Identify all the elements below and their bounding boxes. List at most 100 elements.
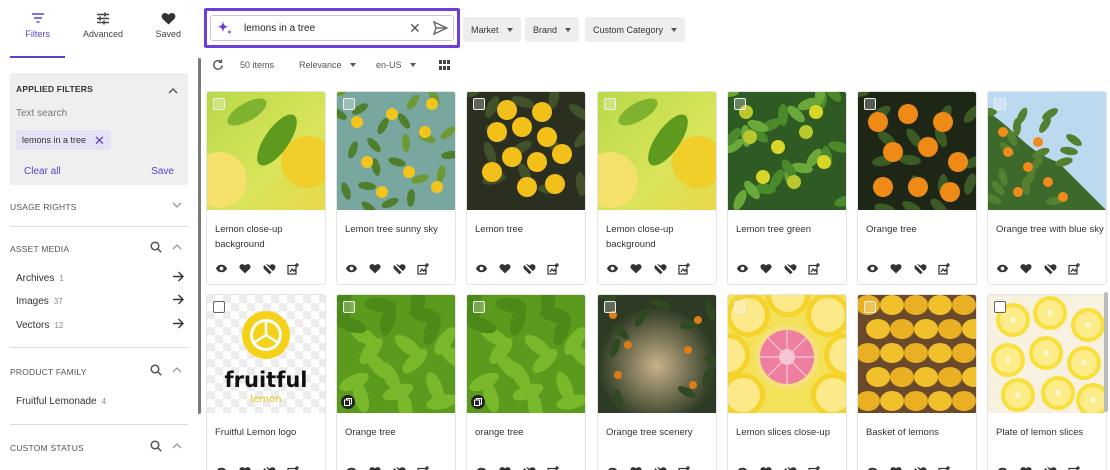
add-to-collection-icon[interactable] — [416, 262, 430, 275]
arrow-right-icon[interactable] — [172, 318, 184, 332]
search-icon[interactable] — [150, 241, 162, 253]
eye-icon[interactable] — [865, 262, 879, 275]
heart-off-icon[interactable] — [1043, 262, 1057, 275]
clear-all-link[interactable]: Clear all — [24, 166, 61, 177]
heart-off-icon[interactable] — [913, 465, 927, 470]
chevron-up-icon[interactable] — [172, 243, 182, 251]
asset-thumbnail[interactable]: fruitful lemon — [207, 295, 325, 413]
add-to-collection-icon[interactable] — [937, 465, 951, 470]
custom-status-header[interactable]: CUSTOM STATUS — [10, 443, 84, 453]
heart-off-icon[interactable] — [1043, 465, 1057, 470]
chevron-down-icon[interactable] — [172, 201, 182, 209]
heart-icon[interactable] — [759, 262, 773, 275]
asset-card[interactable]: Plate of lemon slices — [987, 294, 1107, 470]
select-checkbox[interactable] — [994, 301, 1006, 313]
add-to-collection-icon[interactable] — [286, 465, 300, 470]
eye-icon[interactable] — [865, 465, 879, 470]
eye-icon[interactable] — [735, 262, 749, 275]
media-item-images[interactable]: Images 37 — [16, 294, 184, 308]
eye-icon[interactable] — [344, 465, 358, 470]
arrow-right-icon[interactable] — [172, 271, 184, 285]
add-to-collection-icon[interactable] — [807, 262, 821, 275]
send-icon[interactable] — [432, 20, 449, 40]
eye-icon[interactable] — [995, 262, 1009, 275]
add-to-collection-icon[interactable] — [677, 262, 691, 275]
heart-off-icon[interactable] — [522, 262, 536, 275]
tab-filters[interactable]: Filters — [10, 0, 66, 58]
grid-view-icon[interactable] — [439, 58, 450, 72]
asset-thumbnail[interactable] — [467, 295, 585, 413]
search-input[interactable]: lemons in a tree ✕ — [210, 15, 454, 41]
save-filters-link[interactable]: Save — [151, 166, 174, 177]
asset-card[interactable]: fruitful lemon Fruitful Lemon logo — [206, 294, 326, 470]
heart-off-icon[interactable] — [392, 465, 406, 470]
eye-icon[interactable] — [605, 262, 619, 275]
sidebar-scrollbar[interactable] — [198, 58, 201, 414]
select-checkbox[interactable] — [994, 98, 1006, 110]
asset-card[interactable]: Lemon tree green — [727, 91, 847, 285]
add-to-collection-icon[interactable] — [677, 465, 691, 470]
add-to-collection-icon[interactable] — [546, 465, 560, 470]
eye-icon[interactable] — [995, 465, 1009, 470]
media-item-vectors[interactable]: Vectors 12 — [16, 318, 184, 332]
chevron-up-icon[interactable] — [172, 442, 182, 450]
search-icon[interactable] — [150, 440, 162, 452]
heart-off-icon[interactable] — [522, 465, 536, 470]
add-to-collection-icon[interactable] — [286, 262, 300, 275]
heart-icon[interactable] — [238, 262, 252, 275]
heart-icon[interactable] — [368, 465, 382, 470]
eye-icon[interactable] — [474, 465, 488, 470]
heart-icon[interactable] — [238, 465, 252, 470]
add-to-collection-icon[interactable] — [1067, 465, 1081, 470]
asset-card[interactable]: Lemon tree — [466, 91, 586, 285]
locale-dropdown[interactable]: en-US — [376, 58, 416, 72]
asset-thumbnail[interactable] — [337, 92, 455, 210]
asset-card[interactable]: Lemon tree sunny sky — [336, 91, 456, 285]
remove-chip-icon[interactable]: ✕ — [94, 134, 105, 147]
heart-icon[interactable] — [629, 262, 643, 275]
heart-icon[interactable] — [498, 465, 512, 470]
heart-off-icon[interactable] — [783, 465, 797, 470]
asset-thumbnail[interactable] — [728, 92, 846, 210]
add-to-collection-icon[interactable] — [937, 262, 951, 275]
tab-saved[interactable]: Saved — [141, 0, 196, 58]
asset-card[interactable]: orange tree — [466, 294, 586, 470]
eye-icon[interactable] — [214, 262, 228, 275]
heart-off-icon[interactable] — [392, 262, 406, 275]
asset-thumbnail[interactable] — [988, 295, 1106, 413]
usage-rights-header[interactable]: USAGE RIGHTS — [10, 202, 77, 212]
select-checkbox[interactable] — [734, 301, 746, 313]
market-dropdown[interactable]: Market — [463, 17, 521, 42]
heart-icon[interactable] — [368, 262, 382, 275]
add-to-collection-icon[interactable] — [546, 262, 560, 275]
heart-off-icon[interactable] — [783, 262, 797, 275]
heart-icon[interactable] — [1019, 262, 1033, 275]
asset-card[interactable]: Lemon close-up background — [206, 91, 326, 285]
brand-dropdown[interactable]: Brand — [525, 17, 580, 42]
clear-search-icon[interactable]: ✕ — [409, 20, 421, 37]
eye-icon[interactable] — [344, 262, 358, 275]
select-checkbox[interactable] — [604, 98, 616, 110]
heart-icon[interactable] — [889, 262, 903, 275]
asset-card[interactable]: Orange tree — [857, 91, 977, 285]
heart-off-icon[interactable] — [653, 465, 667, 470]
asset-media-header[interactable]: ASSET MEDIA — [10, 244, 69, 254]
asset-card[interactable]: Lemon slices close-up — [727, 294, 847, 470]
select-checkbox[interactable] — [473, 301, 485, 313]
asset-card[interactable]: Orange tree with blue sky — [987, 91, 1107, 285]
select-checkbox[interactable] — [734, 98, 746, 110]
asset-thumbnail[interactable] — [207, 92, 325, 210]
select-checkbox[interactable] — [864, 301, 876, 313]
chevron-up-icon[interactable] — [168, 82, 178, 100]
sort-dropdown[interactable]: Relevance — [299, 58, 356, 72]
heart-icon[interactable] — [498, 262, 512, 275]
refresh-icon[interactable] — [212, 58, 224, 72]
asset-thumbnail[interactable] — [858, 92, 976, 210]
add-to-collection-icon[interactable] — [1067, 262, 1081, 275]
asset-thumbnail[interactable] — [598, 92, 716, 210]
tab-advanced[interactable]: Advanced — [75, 0, 130, 58]
arrow-right-icon[interactable] — [172, 294, 184, 308]
heart-icon[interactable] — [889, 465, 903, 470]
heart-icon[interactable] — [1019, 465, 1033, 470]
grid-scrollbar[interactable] — [1104, 292, 1108, 412]
